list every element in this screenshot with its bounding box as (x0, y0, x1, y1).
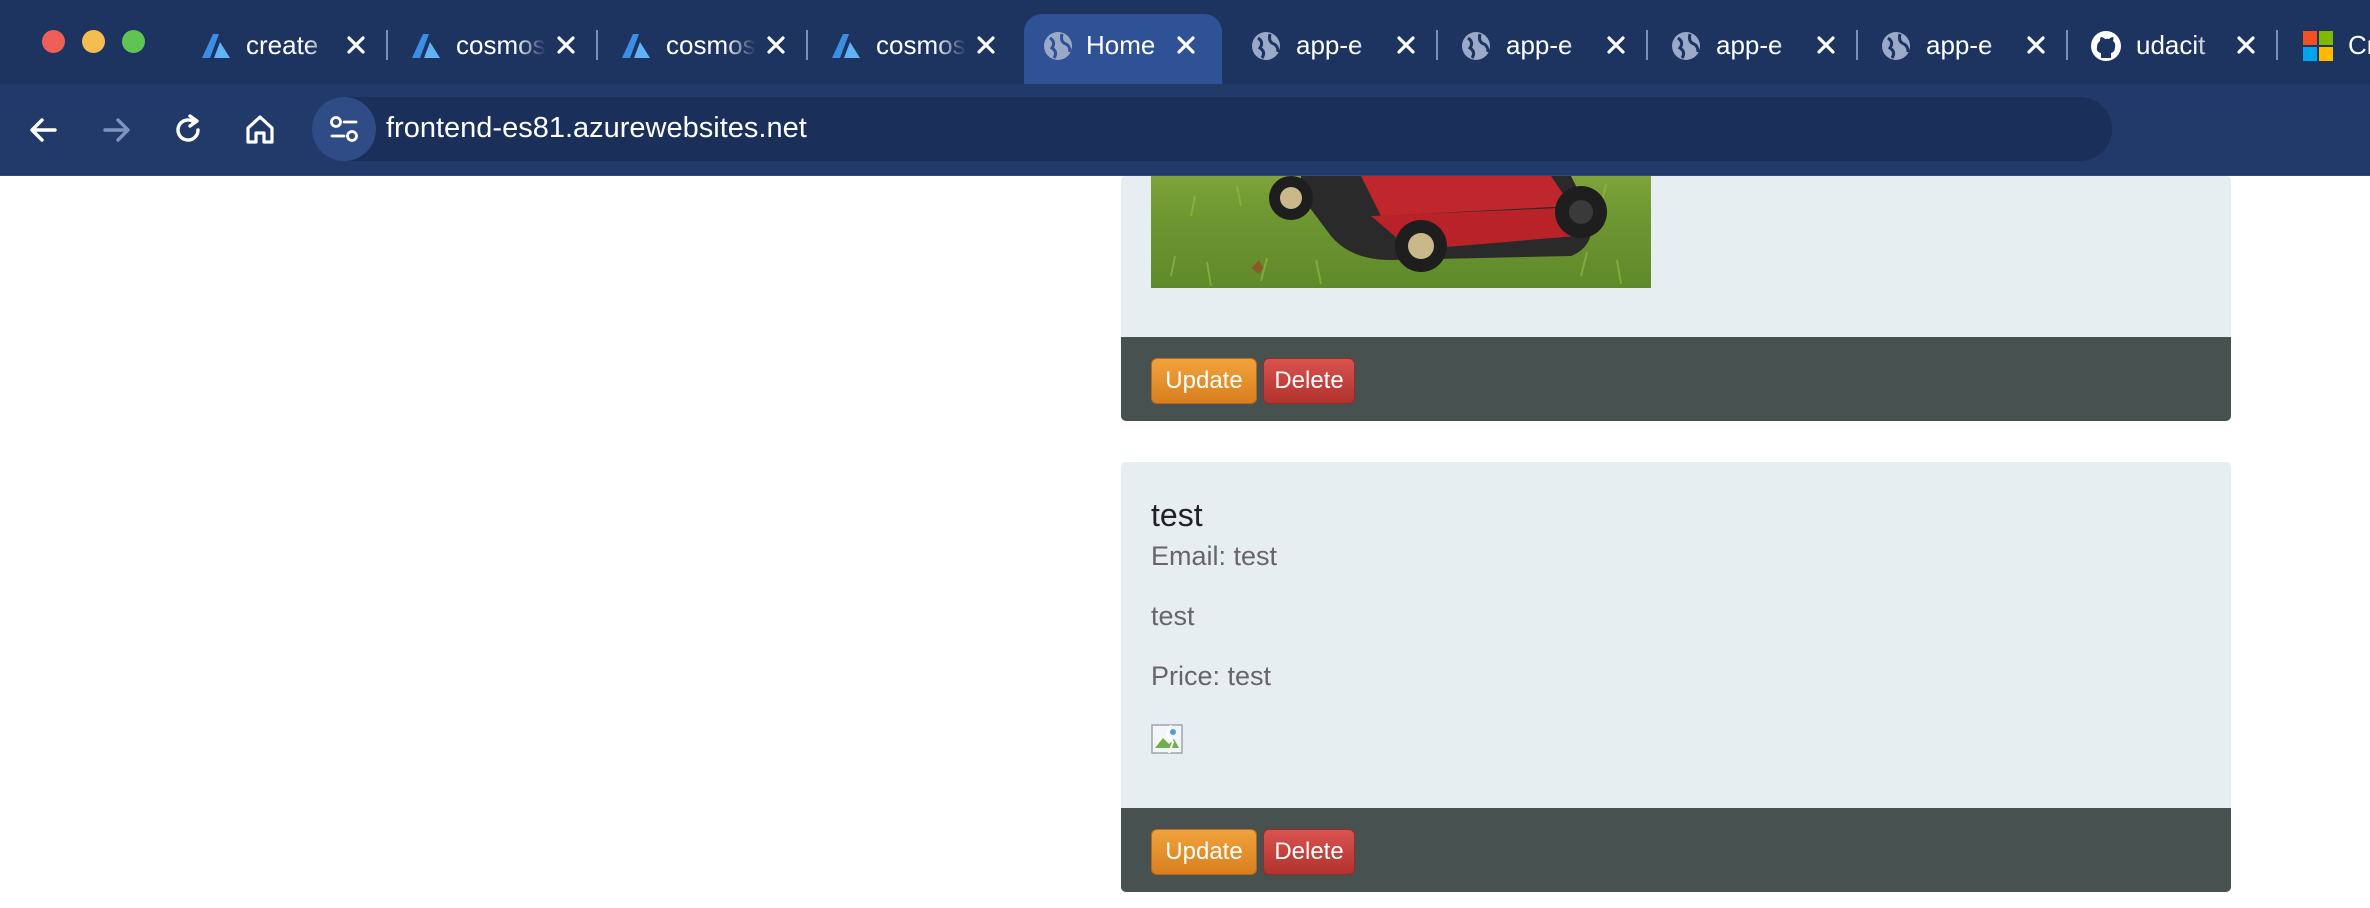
site-info-button[interactable] (312, 97, 376, 161)
browser-tab[interactable]: cosmos (408, 14, 618, 84)
close-tab-icon[interactable] (338, 27, 374, 63)
close-tab-icon[interactable] (2018, 27, 2054, 63)
tab-separator (596, 30, 598, 60)
azure-icon (202, 34, 230, 58)
close-tab-icon[interactable] (1598, 27, 1634, 63)
azure-icon (412, 34, 440, 58)
tab-title: app-e (1506, 30, 1573, 60)
product-email: Email: test (1151, 541, 1278, 571)
close-tab-icon[interactable] (548, 27, 584, 63)
azure-icon (622, 34, 650, 58)
close-tab-icon[interactable] (1388, 27, 1424, 63)
browser-tab[interactable]: cosmos (618, 14, 828, 84)
tab-separator (1646, 30, 1648, 60)
browser-tab-strip: create cosmos cosmos cosmos Home app-e a… (0, 0, 2370, 84)
tune-icon (330, 116, 358, 142)
globe-icon (1882, 32, 1910, 60)
tab-title: app-e (1716, 30, 1783, 60)
github-icon (2091, 31, 2121, 61)
tab-title: app-e (1926, 30, 1993, 60)
tab-separator (2276, 30, 2278, 60)
forward-arrow-icon[interactable] (94, 108, 138, 152)
microsoft-icon (2303, 31, 2333, 61)
tab-title: Cr (2348, 30, 2370, 60)
url-text: frontend-es81.azurewebsites.net (386, 112, 807, 144)
delete-button[interactable]: Delete (1263, 829, 1355, 875)
minimize-window-button[interactable] (82, 30, 105, 53)
back-arrow-icon[interactable] (22, 108, 66, 152)
update-button[interactable]: Update (1151, 829, 1257, 875)
browser-tab[interactable]: app-e (1458, 14, 1668, 84)
globe-icon (1672, 32, 1700, 60)
tab-title: cosmos (456, 30, 546, 60)
maximize-window-button[interactable] (122, 30, 145, 53)
product-card: Update Delete (1121, 176, 2231, 421)
tab-title: Home (1086, 30, 1156, 60)
azure-icon (832, 34, 860, 58)
product-title: test (1151, 497, 1203, 533)
tab-title: cosmos (876, 30, 966, 60)
tab-separator (2066, 30, 2068, 60)
reload-icon[interactable] (166, 108, 210, 152)
tab-title: cosmos (666, 30, 756, 60)
delete-button[interactable]: Delete (1263, 358, 1355, 404)
close-window-button[interactable] (42, 30, 65, 53)
browser-tab[interactable]: app-e (1248, 14, 1458, 84)
card-footer: Update Delete (1121, 337, 2231, 421)
browser-tab[interactable]: create (198, 14, 408, 84)
tab-title: app-e (1296, 30, 1363, 60)
close-tab-icon[interactable] (2228, 27, 2264, 63)
product-description: test (1151, 601, 1195, 631)
close-tab-icon[interactable] (1168, 27, 1204, 63)
close-tab-icon[interactable] (1808, 27, 1844, 63)
tab-separator (386, 30, 388, 60)
address-bar[interactable]: frontend-es81.azurewebsites.net (312, 97, 2112, 161)
tab-title: create (246, 30, 319, 60)
lawn-mower-photo (1170, 176, 1622, 287)
tab-separator (1436, 30, 1438, 60)
product-card: test Email: test test Price: test Update… (1121, 462, 2231, 892)
tab-separator (806, 30, 808, 60)
browser-tab[interactable]: Cr (2300, 14, 2370, 84)
globe-icon (1252, 32, 1280, 60)
browser-tab-active[interactable]: Home (1024, 14, 1222, 84)
tab-separator (1856, 30, 1858, 60)
card-footer: Update Delete (1121, 808, 2231, 892)
browser-tab[interactable]: udacit (2088, 14, 2298, 84)
home-icon[interactable] (238, 108, 282, 152)
product-price: Price: test (1151, 661, 1272, 691)
globe-icon (1462, 32, 1490, 60)
browser-tab[interactable]: app-e (1878, 14, 2088, 84)
tab-title: udacit (2136, 30, 2206, 60)
update-button[interactable]: Update (1151, 358, 1257, 404)
broken-image-icon (1151, 724, 1183, 754)
globe-icon (1044, 32, 1072, 60)
product-image (1151, 176, 1651, 288)
browser-tab[interactable]: app-e (1668, 14, 1878, 84)
close-tab-icon[interactable] (758, 27, 794, 63)
browser-tab[interactable]: cosmos (828, 14, 1038, 84)
close-tab-icon[interactable] (968, 27, 1004, 63)
